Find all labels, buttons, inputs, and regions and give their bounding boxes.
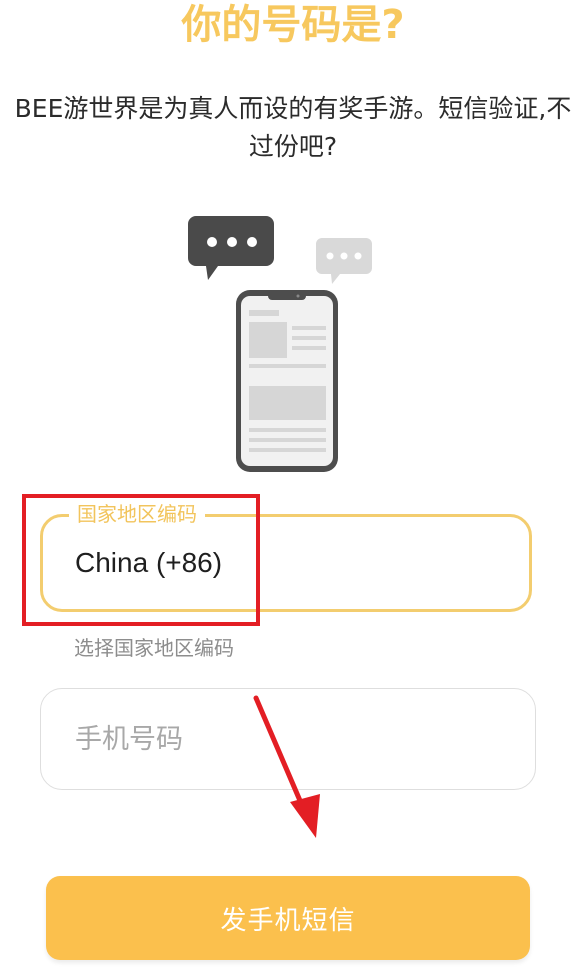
- sms-verification-page: 你的号码是? BEE游世界是为真人而设的有奖手游。短信验证,不过份吧? 国家地区…: [0, 0, 586, 980]
- send-sms-button[interactable]: 发手机短信: [46, 876, 530, 960]
- send-sms-button-label: 发手机短信: [220, 905, 356, 936]
- phone-chat-illustration: [188, 216, 372, 472]
- smartphone-icon: [236, 290, 338, 472]
- red-highlight-box: [22, 494, 260, 626]
- dark-chat-bubble-icon: [188, 216, 274, 280]
- country-code-helper-text: 选择国家地区编码: [74, 636, 234, 660]
- light-chat-bubble-icon: [316, 238, 372, 284]
- page-title: 你的号码是?: [181, 2, 405, 48]
- phone-number-input[interactable]: [41, 689, 535, 789]
- phone-number-field[interactable]: [40, 688, 536, 790]
- page-subtitle: BEE游世界是为真人而设的有奖手游。短信验证,不过份吧?: [14, 94, 572, 161]
